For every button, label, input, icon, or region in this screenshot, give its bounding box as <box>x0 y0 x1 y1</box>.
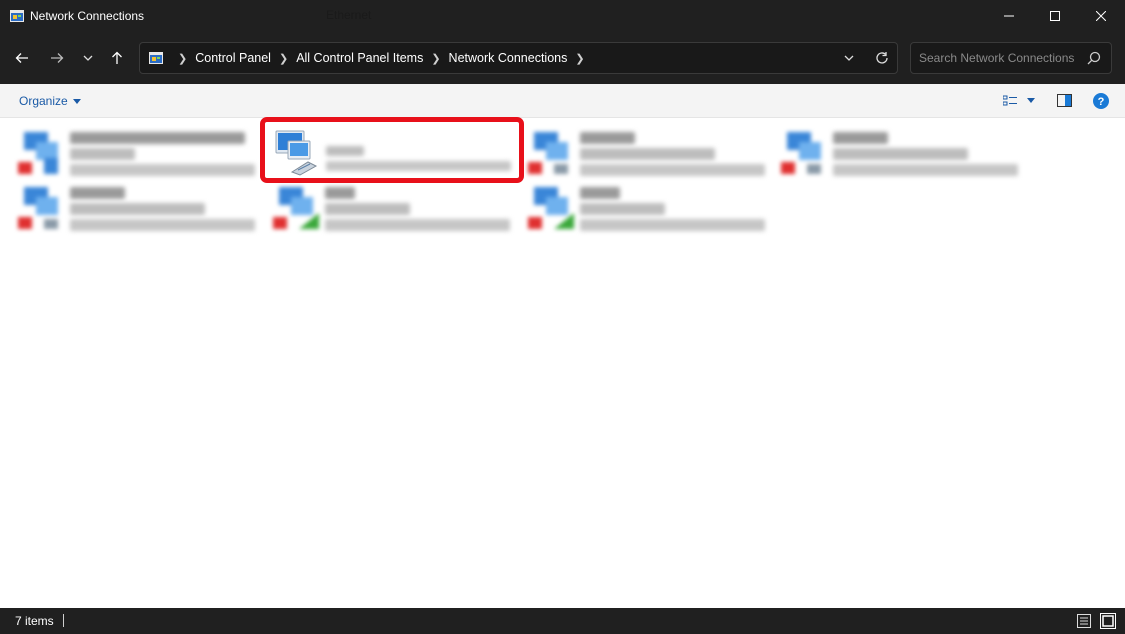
help-icon[interactable]: ? <box>1093 93 1109 109</box>
close-button[interactable] <box>1078 0 1124 32</box>
refresh-icon <box>876 52 888 64</box>
navigation-bar: ❯ Control Panel ❯ All Control Panel Item… <box>0 32 1125 84</box>
breadcrumb-separator-icon: ❯ <box>178 52 188 65</box>
network-connection-item[interactable] <box>781 124 1031 176</box>
recent-locations-chevron-icon <box>83 55 93 61</box>
breadcrumb-control-panel[interactable]: Control Panel <box>195 51 271 65</box>
search-input[interactable] <box>919 50 1079 66</box>
window-title: Network Connections <box>30 9 145 23</box>
connection-status-redacted <box>70 148 135 160</box>
control-panel-icon <box>149 52 163 64</box>
status-divider <box>63 614 64 627</box>
search-icon[interactable] <box>1087 51 1101 65</box>
up-arrow-icon <box>112 51 122 64</box>
back-arrow-icon <box>15 53 28 63</box>
view-options-caret-icon[interactable] <box>1027 98 1035 103</box>
maximize-button[interactable] <box>1032 0 1078 32</box>
forward-button[interactable] <box>43 44 71 72</box>
up-button[interactable] <box>103 44 131 72</box>
breadcrumb-network-connections[interactable]: Network Connections <box>449 51 568 65</box>
breadcrumb-all-control-panel-items[interactable]: All Control Panel Items <box>296 51 423 65</box>
close-icon <box>1096 11 1106 21</box>
breadcrumb-separator-icon[interactable]: ❯ <box>279 52 288 65</box>
forward-arrow-icon <box>51 53 64 63</box>
chevron-down-icon <box>844 55 854 61</box>
command-bar: Organize ? <box>0 84 1125 118</box>
network-connection-item[interactable] <box>18 124 268 176</box>
connection-status-redacted <box>580 203 665 215</box>
highlight-annotation <box>260 117 524 183</box>
connection-name-redacted <box>325 187 355 199</box>
wireless-adapter-icon <box>528 187 574 229</box>
network-connection-item[interactable] <box>273 179 523 231</box>
network-connection-item[interactable] <box>18 179 268 231</box>
network-adapter-icon <box>18 187 58 229</box>
connection-device-redacted <box>833 164 1018 176</box>
connection-device-redacted <box>70 164 255 176</box>
network-connection-item[interactable] <box>528 179 778 231</box>
details-view-icon[interactable] <box>1076 613 1092 629</box>
minimize-icon <box>1004 15 1014 17</box>
breadcrumb-separator-icon[interactable]: ❯ <box>575 52 584 65</box>
item-count: 7 items <box>15 614 54 628</box>
refresh-button[interactable] <box>873 49 891 67</box>
address-bar[interactable]: ❯ Control Panel ❯ All Control Panel Item… <box>139 42 898 74</box>
caret-down-icon <box>72 98 81 104</box>
breadcrumb: ❯ Control Panel ❯ All Control Panel Item… <box>170 43 593 73</box>
connection-device-redacted <box>580 164 765 176</box>
breadcrumb-separator-icon[interactable]: ❯ <box>431 52 440 65</box>
address-history-button[interactable] <box>840 49 858 67</box>
connection-name-redacted <box>833 132 888 144</box>
connection-status-redacted <box>70 203 205 215</box>
connection-status-redacted <box>833 148 968 160</box>
connection-name-redacted <box>70 187 125 199</box>
status-bar: 7 items <box>0 608 1125 634</box>
svg-text:?: ? <box>1098 96 1105 108</box>
network-adapter-icon <box>528 132 568 174</box>
view-options-icon[interactable] <box>1003 95 1017 107</box>
minimize-button[interactable] <box>986 0 1032 32</box>
network-adapter-icon <box>18 132 58 174</box>
large-icons-view-icon[interactable] <box>1100 613 1116 629</box>
connection-device-redacted <box>580 219 765 231</box>
preview-pane-icon[interactable] <box>1057 94 1072 107</box>
network-adapter-icon <box>781 132 821 174</box>
connection-name-redacted <box>580 187 620 199</box>
connection-status-redacted <box>325 203 410 215</box>
organize-label: Organize <box>19 94 68 108</box>
organize-menu-button[interactable]: Organize <box>19 94 81 108</box>
connection-device-redacted <box>70 219 255 231</box>
wireless-adapter-icon <box>273 187 319 229</box>
ethernet-connection-name: Ethernet <box>326 8 372 22</box>
network-connection-item[interactable] <box>528 124 778 176</box>
search-box[interactable] <box>910 42 1112 74</box>
maximize-icon <box>1050 11 1060 21</box>
connection-status-redacted <box>580 148 715 160</box>
title-bar: Network Connections <box>0 0 1125 32</box>
connection-name-redacted <box>70 132 245 144</box>
recent-locations-button[interactable] <box>74 44 102 72</box>
connection-device-redacted <box>325 219 510 231</box>
back-button[interactable] <box>8 44 36 72</box>
connection-name-redacted <box>580 132 635 144</box>
control-panel-icon <box>10 10 24 22</box>
